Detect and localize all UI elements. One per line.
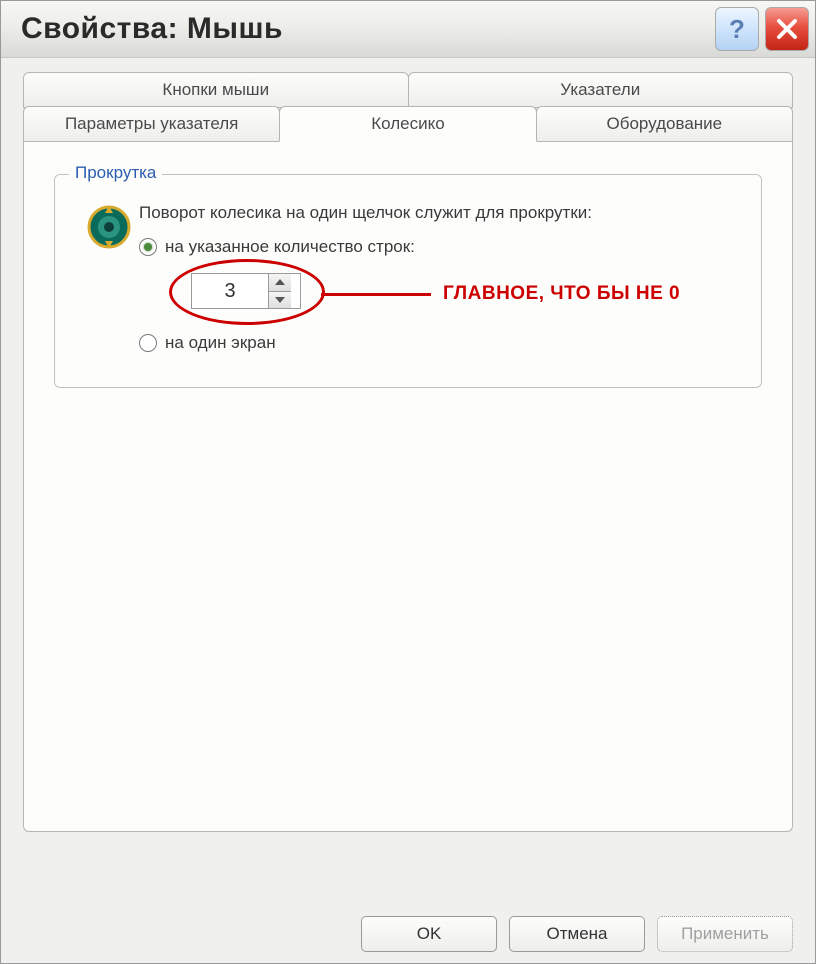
tab-mouse-buttons[interactable]: Кнопки мыши [23, 72, 409, 108]
annotation: ГЛАВНОЕ, ЧТО БЫ НЕ 0 [321, 283, 680, 305]
tab-wheel[interactable]: Колесико [279, 106, 536, 142]
radio-screen-label: на один экран [165, 333, 276, 353]
close-icon [775, 17, 799, 41]
radio-screen[interactable] [139, 334, 157, 352]
tab-pointer-options[interactable]: Параметры указателя [23, 106, 280, 142]
window-title: Свойства: Мышь [21, 12, 283, 46]
close-button[interactable] [765, 7, 809, 51]
groupbox-legend: Прокрутка [69, 163, 162, 183]
chevron-up-icon [275, 279, 285, 285]
dialog-content: Кнопки мыши Указатели Параметры указател… [1, 58, 815, 906]
mouse-wheel-icon [85, 203, 133, 251]
radio-screen-row[interactable]: на один экран [139, 333, 737, 353]
title-bar: Свойства: Мышь ? [1, 1, 815, 58]
tab-pointers[interactable]: Указатели [408, 72, 794, 108]
help-icon: ? [729, 14, 745, 45]
scrolling-heading: Поворот колесика на один щелчок служит д… [139, 203, 737, 223]
spinner-down-button[interactable] [269, 291, 291, 309]
radio-lines[interactable] [139, 238, 157, 256]
tab-panel-wheel: Прокрутка [23, 142, 793, 832]
group-row: Поворот колесика на один щелчок служит д… [79, 203, 737, 359]
cancel-button[interactable]: Отмена [509, 916, 645, 952]
spinner-wrap: ГЛАВНОЕ, ЧТО БЫ НЕ 0 [191, 273, 301, 309]
group-body: Поворот колесика на один щелчок служит д… [139, 203, 737, 359]
help-button[interactable]: ? [715, 7, 759, 51]
apply-button[interactable]: Применить [657, 916, 793, 952]
spinner-up-button[interactable] [269, 274, 291, 291]
mouse-properties-window: Свойства: Мышь ? Кнопки мыши Указатели П… [0, 0, 816, 964]
ok-button[interactable]: OK [361, 916, 497, 952]
titlebar-buttons: ? [715, 7, 809, 51]
annotation-line [321, 293, 431, 296]
radio-lines-row[interactable]: на указанное количество строк: [139, 237, 737, 257]
lines-spinner [191, 273, 301, 309]
tab-hardware[interactable]: Оборудование [536, 106, 793, 142]
chevron-down-icon [275, 297, 285, 303]
spinner-buttons [268, 274, 291, 308]
wheel-icon-wrap [79, 203, 139, 251]
tab-strip: Кнопки мыши Указатели Параметры указател… [23, 72, 793, 832]
radio-lines-label: на указанное количество строк: [165, 237, 415, 257]
annotation-text: ГЛАВНОЕ, ЧТО БЫ НЕ 0 [443, 283, 680, 305]
scrolling-groupbox: Прокрутка [54, 174, 762, 388]
tab-row-1: Кнопки мыши Указатели [23, 72, 793, 107]
lines-spinner-input[interactable] [192, 280, 268, 303]
dialog-footer: OK Отмена Применить [1, 905, 815, 963]
tab-row-2: Параметры указателя Колесико Оборудовани… [23, 106, 793, 142]
